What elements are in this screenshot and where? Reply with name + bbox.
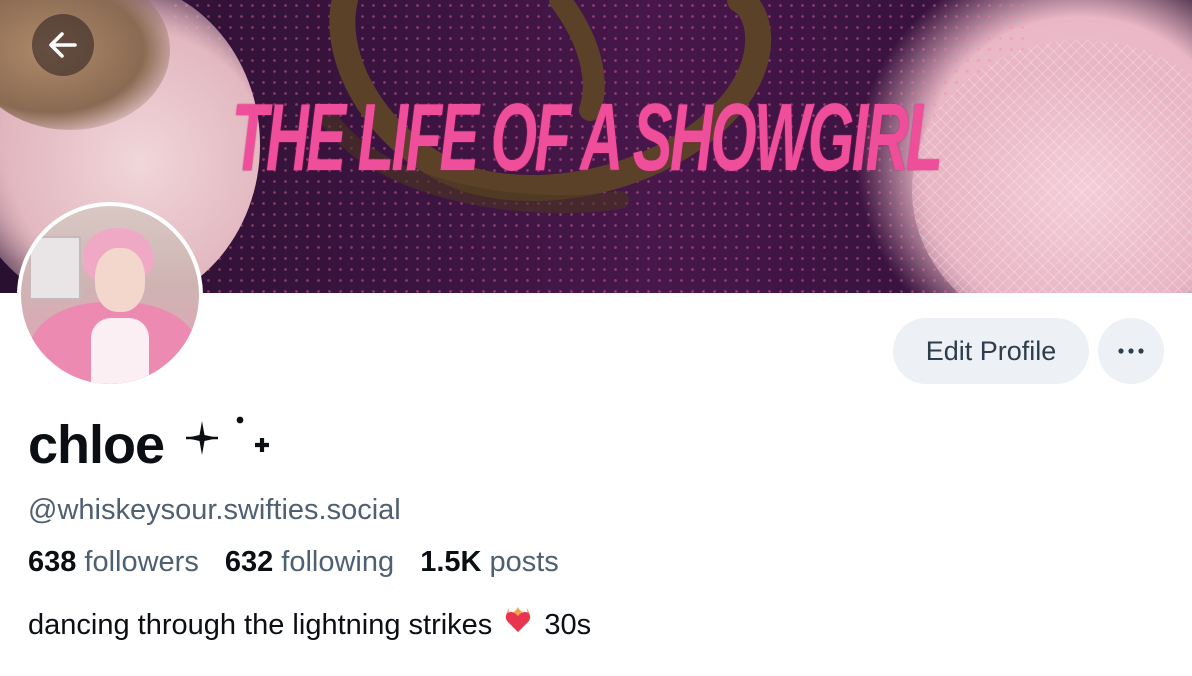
bio-text: dancing through the lightning strikes [28,608,493,641]
following-stat[interactable]: 632 following [225,546,394,578]
back-button[interactable] [32,14,94,76]
sparkle-decoration-icon [186,416,270,455]
following-count: 632 [224,546,274,578]
arrow-left-icon [49,32,77,58]
ellipsis-icon [1118,348,1144,354]
posts-label: posts [489,546,559,578]
display-name: chloe [28,410,276,480]
edit-profile-button[interactable]: Edit Profile [893,318,1089,384]
avatar[interactable] [17,202,203,388]
more-options-button[interactable] [1098,318,1164,384]
followers-label: followers [84,546,199,578]
followers-stat[interactable]: 638 followers [28,546,199,578]
profile-handle: @whiskeysour.swifties.social [28,494,401,526]
name-decoration [180,410,276,480]
posts-stat: 1.5K posts [420,546,559,578]
following-label: following [281,546,395,578]
followers-count: 638 [28,546,77,578]
avatar-dress [91,318,149,384]
profile-stats: 638 followers 632 following 1.5K posts [28,542,577,582]
profile-bio: dancing through the lightning strikes 30… [28,603,591,646]
avatar-face [95,248,145,312]
heart-on-fire-icon [502,603,534,646]
banner-title: THE LIFE OF A SHOWGIRL [232,84,943,191]
display-name-text: chloe [28,415,165,475]
avatar-window [29,236,81,300]
posts-count: 1.5K [420,546,482,578]
bio-suffix: 30s [544,608,592,641]
avatar-image [21,206,199,384]
